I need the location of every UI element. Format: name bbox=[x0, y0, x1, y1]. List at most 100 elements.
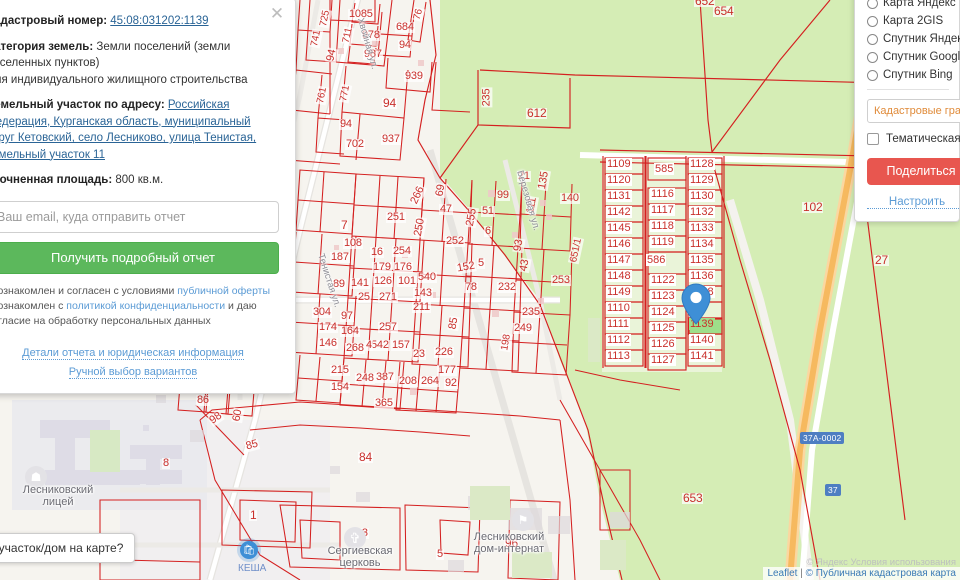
parcel-number-label: 27 bbox=[874, 253, 889, 267]
road-shield[interactable]: 37А-0002 bbox=[800, 432, 845, 444]
cadastral-number-row: Кадастровый номер: 45:08:031202:1139 bbox=[0, 13, 279, 30]
layer-option-google-satellite[interactable]: Спутник Google bbox=[867, 51, 960, 63]
parcel-cell: 1147 bbox=[606, 254, 632, 266]
manual-selection-link[interactable]: Ручной выбор вариантов bbox=[68, 365, 198, 379]
radio-icon[interactable] bbox=[867, 69, 878, 81]
parcel-number-label: 164 bbox=[340, 325, 360, 337]
attribution-separator: | bbox=[797, 568, 806, 579]
parcel-cell: 1120 bbox=[606, 174, 632, 186]
report-details-link[interactable]: Детали отчета и юридическая информация bbox=[22, 346, 244, 360]
get-report-button[interactable]: Получить подробный отчет bbox=[0, 241, 279, 274]
tooltip-text: Не нашли участок/дом на карте? bbox=[0, 541, 124, 555]
parcel-cell: 1113 bbox=[606, 350, 631, 362]
parcel-number-label: 176 bbox=[393, 261, 413, 273]
parcel-number-label: 248 bbox=[355, 372, 375, 384]
not-found-tooltip[interactable]: Не нашли участок/дом на карте? bbox=[0, 533, 136, 563]
parcel-number-label: 939 bbox=[404, 70, 424, 82]
parcel-number-label: 937 bbox=[381, 133, 401, 145]
parcel-number-label: 684 bbox=[395, 21, 415, 33]
parcel-number-label: 235 bbox=[480, 87, 493, 108]
cadastral-layer-select[interactable] bbox=[867, 99, 960, 123]
selected-parcel-marker[interactable] bbox=[681, 283, 711, 325]
consent-line-2: Я ознакомлен с политикой конфиденциально… bbox=[0, 299, 279, 329]
parcel-number-label: 94 bbox=[398, 39, 412, 51]
parcel-number-label: 652 bbox=[694, 0, 716, 7]
parcel-number-label: 252 bbox=[445, 235, 465, 247]
attribution-source: © Публичная кадастровая карта bbox=[805, 568, 956, 579]
parcel-number-label: 249 bbox=[513, 322, 533, 334]
parcel-cell: 1109 bbox=[606, 158, 632, 170]
layer-option-label: Спутник Яндекс bbox=[883, 33, 960, 45]
email-input[interactable] bbox=[0, 200, 279, 233]
parcel-number-label: 146 bbox=[318, 337, 338, 349]
layer-option-yandex-map[interactable]: Карта Яндекс bbox=[867, 0, 959, 9]
layer-option-bing-satellite[interactable]: Спутник Bing bbox=[867, 69, 959, 81]
parcel-cell: 1142 bbox=[606, 206, 632, 218]
parcel-cell: 1124 bbox=[650, 306, 676, 318]
close-icon[interactable]: ✕ bbox=[268, 5, 286, 23]
poi-text: Лесниковский дом-интернат bbox=[473, 531, 545, 555]
institution-poi-icon[interactable]: ⚑ bbox=[512, 509, 534, 531]
parcel-cell: 1149 bbox=[606, 286, 632, 298]
parcel-cell: 1141 bbox=[689, 350, 715, 362]
cadastral-number-value[interactable]: 45:08:031202:1139 bbox=[110, 15, 208, 27]
poi-label-church: Сергиевская церковь bbox=[305, 545, 415, 569]
road-shield[interactable]: 37 bbox=[825, 484, 841, 496]
parcel-number-label: 43 bbox=[517, 257, 532, 274]
usage-value: Для индивидуального жилищного строительс… bbox=[0, 73, 248, 86]
consent-line-1: Я ознакомлен и согласен с условиями публ… bbox=[0, 284, 279, 299]
layer-option-yandex-satellite[interactable]: Спутник Яндекс bbox=[867, 33, 960, 45]
layer-settings-panel: Карта Яндекс Карта 2GIS Спутник Яндекс С… bbox=[854, 0, 960, 222]
parcel-number-label: 94 bbox=[339, 118, 353, 130]
parcel-number-label: 304 bbox=[312, 306, 332, 318]
layer-option-2gis-map[interactable]: Карта 2GIS bbox=[867, 15, 959, 27]
parcel-number-label: 232 bbox=[497, 281, 517, 293]
address-label: Земельный участок по адресу: bbox=[0, 99, 165, 111]
parcel-number-label: 101 bbox=[397, 275, 417, 287]
parcel-number-label: 226 bbox=[434, 346, 454, 358]
parcel-number-label: 702 bbox=[345, 138, 365, 150]
parcel-cell: 1118 bbox=[650, 220, 675, 232]
privacy-policy-link[interactable]: политикой конфиденциальности bbox=[66, 300, 225, 312]
layer-option-label: Карта Яндекс bbox=[883, 0, 956, 9]
consent-text-1a: Я ознакомлен и согласен с условиями bbox=[0, 284, 178, 297]
radio-icon[interactable] bbox=[867, 33, 878, 45]
shop-poi-icon[interactable]: 🛍 bbox=[240, 541, 258, 559]
parcel-cell: 1145 bbox=[606, 222, 632, 234]
parcel-number-label: 60 bbox=[230, 407, 245, 424]
parcel-number-label: 141 bbox=[350, 277, 370, 289]
parcel-cell: 1128 bbox=[689, 158, 715, 170]
poi-label-boarding: Лесниковский дом-интернат bbox=[448, 531, 570, 555]
parcel-number-label: 211 bbox=[412, 301, 431, 313]
poi-label-lyceum: Лесниковский лицей bbox=[0, 484, 118, 508]
area-row: Уточненная площадь: 800 кв.м. bbox=[0, 172, 279, 189]
parcel-cell: 1131 bbox=[606, 190, 632, 202]
parcel-number-label: 69 bbox=[433, 182, 448, 199]
parcel-number-label: 25 bbox=[357, 291, 371, 303]
leaflet-link[interactable]: Leaflet bbox=[767, 568, 797, 579]
parcel-number-label: 47 bbox=[439, 203, 453, 215]
radio-icon[interactable] bbox=[867, 0, 878, 9]
public-offer-link[interactable]: публичной оферты bbox=[177, 285, 270, 297]
parcel-number-label: 23 bbox=[412, 348, 426, 360]
parcel-number-label: 94 bbox=[382, 96, 397, 110]
parcel-number-label: 8 bbox=[162, 457, 170, 469]
poi-label-kesha: КЕША bbox=[238, 563, 267, 574]
parcel-cell: 1148 bbox=[606, 270, 632, 282]
setup-link[interactable]: Настроить bbox=[867, 196, 960, 209]
thematic-map-checkbox-row[interactable]: Тематическая карта bbox=[867, 133, 960, 145]
parcel-number-label: 126 bbox=[373, 275, 393, 287]
share-link-button[interactable]: Поделиться ссылкой bbox=[867, 158, 960, 205]
parcel-number-label: 154 bbox=[330, 381, 350, 393]
parcel-number-label: 1 bbox=[249, 508, 258, 522]
radio-icon[interactable] bbox=[867, 51, 878, 63]
parcel-cell: 1119 bbox=[650, 236, 675, 248]
parcel-number-label: 540 bbox=[417, 271, 437, 283]
parcel-cell: 1133 bbox=[689, 222, 715, 234]
parcel-number-label: 235 bbox=[521, 306, 541, 318]
poi-text: Лесниковский лицей bbox=[22, 484, 94, 508]
checkbox-icon[interactable] bbox=[867, 133, 879, 145]
parcel-number-label: 268 bbox=[345, 342, 365, 354]
radio-icon[interactable] bbox=[867, 15, 878, 27]
poi-text: Сергиевская церковь bbox=[327, 545, 393, 569]
